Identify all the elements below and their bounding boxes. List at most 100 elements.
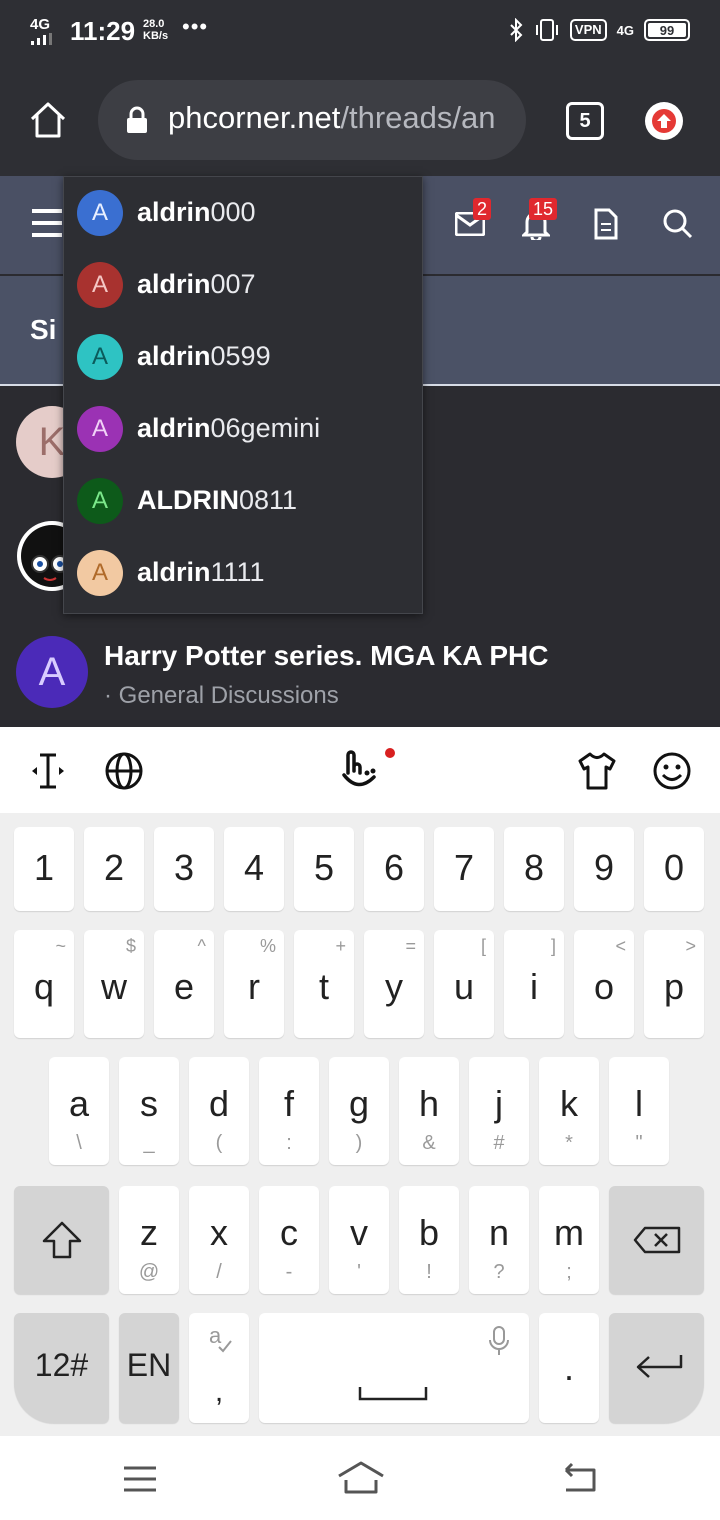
key-t[interactable]: + t bbox=[294, 930, 354, 1038]
key-u[interactable]: [u bbox=[434, 930, 494, 1038]
key-k[interactable]: k * bbox=[539, 1057, 599, 1165]
cursor-icon[interactable] bbox=[30, 751, 66, 791]
update-arrow-icon bbox=[652, 109, 676, 133]
key-m[interactable]: m; bbox=[539, 1186, 599, 1294]
backspace-key[interactable] bbox=[609, 1186, 704, 1294]
more-notifications: ••• bbox=[182, 14, 209, 39]
suggestion-item[interactable]: A aldrin007 bbox=[64, 249, 422, 321]
suggestion-item[interactable]: A ALDRIN0811 bbox=[64, 465, 422, 537]
key-c[interactable]: c- bbox=[259, 1186, 319, 1294]
clock: 11:29 bbox=[70, 16, 136, 46]
key-2[interactable]: 2 bbox=[84, 827, 144, 911]
key-v[interactable]: v ' bbox=[329, 1186, 389, 1294]
document-icon[interactable] bbox=[594, 208, 618, 240]
avatar: A bbox=[77, 190, 123, 236]
network-type: 4G bbox=[616, 22, 634, 38]
emoji-icon[interactable] bbox=[652, 751, 692, 791]
key-0[interactable]: 0 bbox=[644, 827, 704, 911]
home-icon[interactable] bbox=[28, 100, 68, 140]
address-bar[interactable]: phcorner.net/threads/an bbox=[98, 80, 526, 160]
messages-button[interactable]: 2 bbox=[454, 198, 492, 241]
alerts-button[interactable]: 15 bbox=[520, 198, 558, 245]
messages-badge: 2 bbox=[473, 198, 492, 220]
vibrate-icon bbox=[535, 19, 558, 41]
avatar: A bbox=[77, 262, 123, 308]
suggestion-item[interactable]: A aldrin1111 bbox=[64, 537, 422, 609]
avatar: A bbox=[16, 636, 88, 708]
avatar: A bbox=[77, 478, 123, 524]
suggestion-username: aldrin000 bbox=[137, 197, 256, 227]
home-nav-icon[interactable] bbox=[336, 1460, 386, 1496]
key-1[interactable]: 1 bbox=[14, 827, 74, 911]
svg-text:a: a bbox=[209, 1323, 222, 1348]
key-j[interactable]: j # bbox=[469, 1057, 529, 1165]
language-key[interactable]: EN bbox=[119, 1313, 179, 1423]
network-speed: 28.0 KB/s bbox=[143, 18, 169, 42]
key-7[interactable]: 7 bbox=[434, 827, 494, 911]
key-n[interactable]: n? bbox=[469, 1186, 529, 1294]
list-item[interactable]: A Harry Potter series. MGA KA PHC · Gene… bbox=[0, 614, 720, 727]
key-o[interactable]: < o bbox=[574, 930, 634, 1038]
key-f[interactable]: f: bbox=[259, 1057, 319, 1165]
key-i[interactable]: ] i bbox=[504, 930, 564, 1038]
key-3[interactable]: 3 bbox=[154, 827, 214, 911]
key-4[interactable]: 4 bbox=[224, 827, 284, 911]
key-9[interactable]: 9 bbox=[574, 827, 634, 911]
comma-key[interactable]: a , bbox=[189, 1313, 249, 1423]
thread-title[interactable]: Harry Potter series. MGA KA PHC bbox=[104, 640, 549, 672]
status-bar: 4G 11:29 28.0 KB/s ••• VPN 4G 99 bbox=[0, 0, 720, 64]
search-icon[interactable] bbox=[662, 208, 694, 240]
keyboard: 1 2 3 4 5 6 7 8 9 0 ~ q $ w ^ e % r + t = y [u… bbox=[0, 813, 720, 1436]
key-l[interactable]: l " bbox=[609, 1057, 669, 1165]
key-b[interactable]: b! bbox=[399, 1186, 459, 1294]
space-key[interactable] bbox=[259, 1313, 529, 1423]
recent-apps-icon[interactable] bbox=[122, 1464, 158, 1494]
avatar: A bbox=[77, 550, 123, 596]
key-g[interactable]: g) bbox=[329, 1057, 389, 1165]
key-d[interactable]: d( bbox=[189, 1057, 249, 1165]
key-w[interactable]: $ w bbox=[84, 930, 144, 1038]
microphone-icon bbox=[489, 1326, 509, 1355]
theme-shirt-icon[interactable] bbox=[576, 751, 618, 791]
key-r[interactable]: % r bbox=[224, 930, 284, 1038]
symbols-key[interactable]: 12# bbox=[14, 1313, 109, 1423]
key-6[interactable]: 6 bbox=[364, 827, 424, 911]
signal-bars-icon bbox=[31, 33, 52, 45]
bluetooth-icon bbox=[510, 18, 523, 42]
key-e[interactable]: ^ e bbox=[154, 930, 214, 1038]
key-p[interactable]: > p bbox=[644, 930, 704, 1038]
suggestion-username: aldrin0599 bbox=[137, 341, 271, 371]
menu-icon[interactable] bbox=[30, 206, 64, 240]
key-x[interactable]: x / bbox=[189, 1186, 249, 1294]
avatar: A bbox=[77, 406, 123, 452]
thread-forum[interactable]: · General Discussions bbox=[104, 682, 339, 710]
key-a[interactable]: a \ bbox=[49, 1057, 109, 1165]
key-s[interactable]: s _ bbox=[119, 1057, 179, 1165]
typing-hand-icon[interactable] bbox=[340, 745, 400, 797]
key-y[interactable]: = y bbox=[364, 930, 424, 1038]
key-q[interactable]: ~ q bbox=[14, 930, 74, 1038]
suggestion-item[interactable]: A aldrin0599 bbox=[64, 321, 422, 393]
suggestion-username: aldrin1111 bbox=[137, 557, 265, 587]
suggestion-item[interactable]: A aldrin06gemini bbox=[64, 393, 422, 465]
globe-icon[interactable] bbox=[104, 751, 144, 791]
vpn-indicator: VPN bbox=[569, 19, 607, 41]
browser-toolbar: phcorner.net/threads/an 5 bbox=[0, 64, 720, 176]
space-bar-icon bbox=[358, 1387, 428, 1401]
shift-key[interactable] bbox=[14, 1186, 109, 1294]
key-5[interactable]: 5 bbox=[294, 827, 354, 911]
mention-suggestions: A aldrin000 A aldrin007 A aldrin0599 A a… bbox=[63, 176, 423, 614]
shift-arrow-icon bbox=[42, 1221, 82, 1259]
suggestion-item[interactable]: A aldrin000 bbox=[64, 177, 422, 249]
period-key[interactable]: . bbox=[539, 1313, 599, 1423]
key-h[interactable]: h & bbox=[399, 1057, 459, 1165]
key-8[interactable]: 8 bbox=[504, 827, 564, 911]
tab-switcher-button[interactable]: 5 bbox=[566, 102, 604, 140]
status-icons: VPN 4G 99 bbox=[508, 18, 690, 42]
update-button[interactable] bbox=[645, 102, 683, 140]
back-icon[interactable] bbox=[560, 1462, 600, 1494]
alerts-badge: 15 bbox=[529, 198, 558, 220]
key-z[interactable]: z @ bbox=[119, 1186, 179, 1294]
url-text: phcorner.net/threads/an bbox=[168, 100, 496, 135]
enter-key[interactable] bbox=[609, 1313, 704, 1423]
